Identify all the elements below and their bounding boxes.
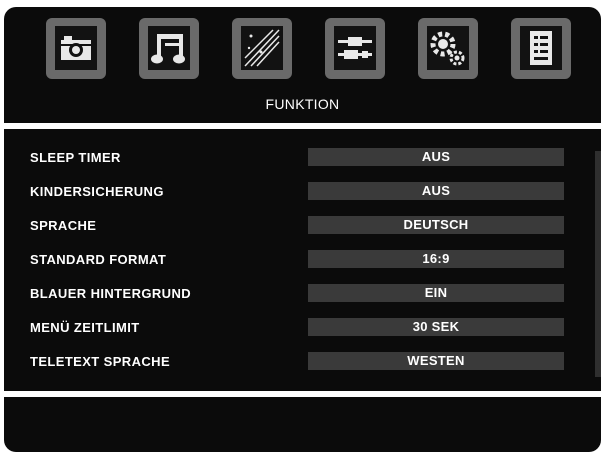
setting-label: MENÜ ZEITLIMIT: [30, 320, 140, 335]
setting-row-blauer-hintergrund[interactable]: BLAUER HINTERGRUND EIN: [4, 277, 601, 311]
setting-row-menu-zeitlimit[interactable]: MENÜ ZEITLIMIT 30 SEK: [4, 311, 601, 345]
setting-label: SLEEP TIMER: [30, 150, 121, 165]
setting-row-kindersicherung[interactable]: KINDERSICHERUNG AUS: [4, 175, 601, 209]
setting-row-standard-format[interactable]: STANDARD FORMAT 16:9: [4, 243, 601, 277]
menu-header: FUNKTION: [4, 7, 601, 123]
connection-icon[interactable]: [325, 18, 385, 79]
setting-label: BLAUER HINTERGRUND: [30, 286, 192, 301]
setting-value[interactable]: 16:9: [308, 250, 564, 268]
channel-icon[interactable]: [232, 18, 292, 79]
tv-osd-menu: FUNKTION SLEEP TIMER AUS KINDERSICHERUNG…: [4, 7, 601, 452]
setting-label: KINDERSICHERUNG: [30, 184, 164, 199]
setting-value[interactable]: AUS: [308, 148, 564, 166]
setting-value[interactable]: EIN: [308, 284, 564, 302]
function-icon[interactable]: [511, 18, 571, 79]
scrollbar[interactable]: [595, 151, 601, 377]
settings-list: SLEEP TIMER AUS KINDERSICHERUNG AUS SPRA…: [4, 129, 601, 391]
setting-value[interactable]: 30 SEK: [308, 318, 564, 336]
setting-label: TELETEXT SPRACHE: [30, 354, 171, 369]
picture-icon[interactable]: [46, 18, 106, 79]
setting-value[interactable]: DEUTSCH: [308, 216, 564, 234]
setting-row-sleep-timer[interactable]: SLEEP TIMER AUS: [4, 141, 601, 175]
menu-title: FUNKTION: [265, 96, 340, 112]
menu-footer: [4, 397, 601, 452]
setting-row-sprache[interactable]: SPRACHE DEUTSCH: [4, 209, 601, 243]
menu-icon-bar: [46, 18, 576, 88]
setting-row-teletext-sprache[interactable]: TELETEXT SPRACHE WESTEN: [4, 345, 601, 379]
sound-icon[interactable]: [139, 18, 199, 79]
setting-value[interactable]: AUS: [308, 182, 564, 200]
setting-label: SPRACHE: [30, 218, 97, 233]
setting-value[interactable]: WESTEN: [308, 352, 564, 370]
setting-label: STANDARD FORMAT: [30, 252, 167, 267]
settings-icon[interactable]: [418, 18, 478, 79]
